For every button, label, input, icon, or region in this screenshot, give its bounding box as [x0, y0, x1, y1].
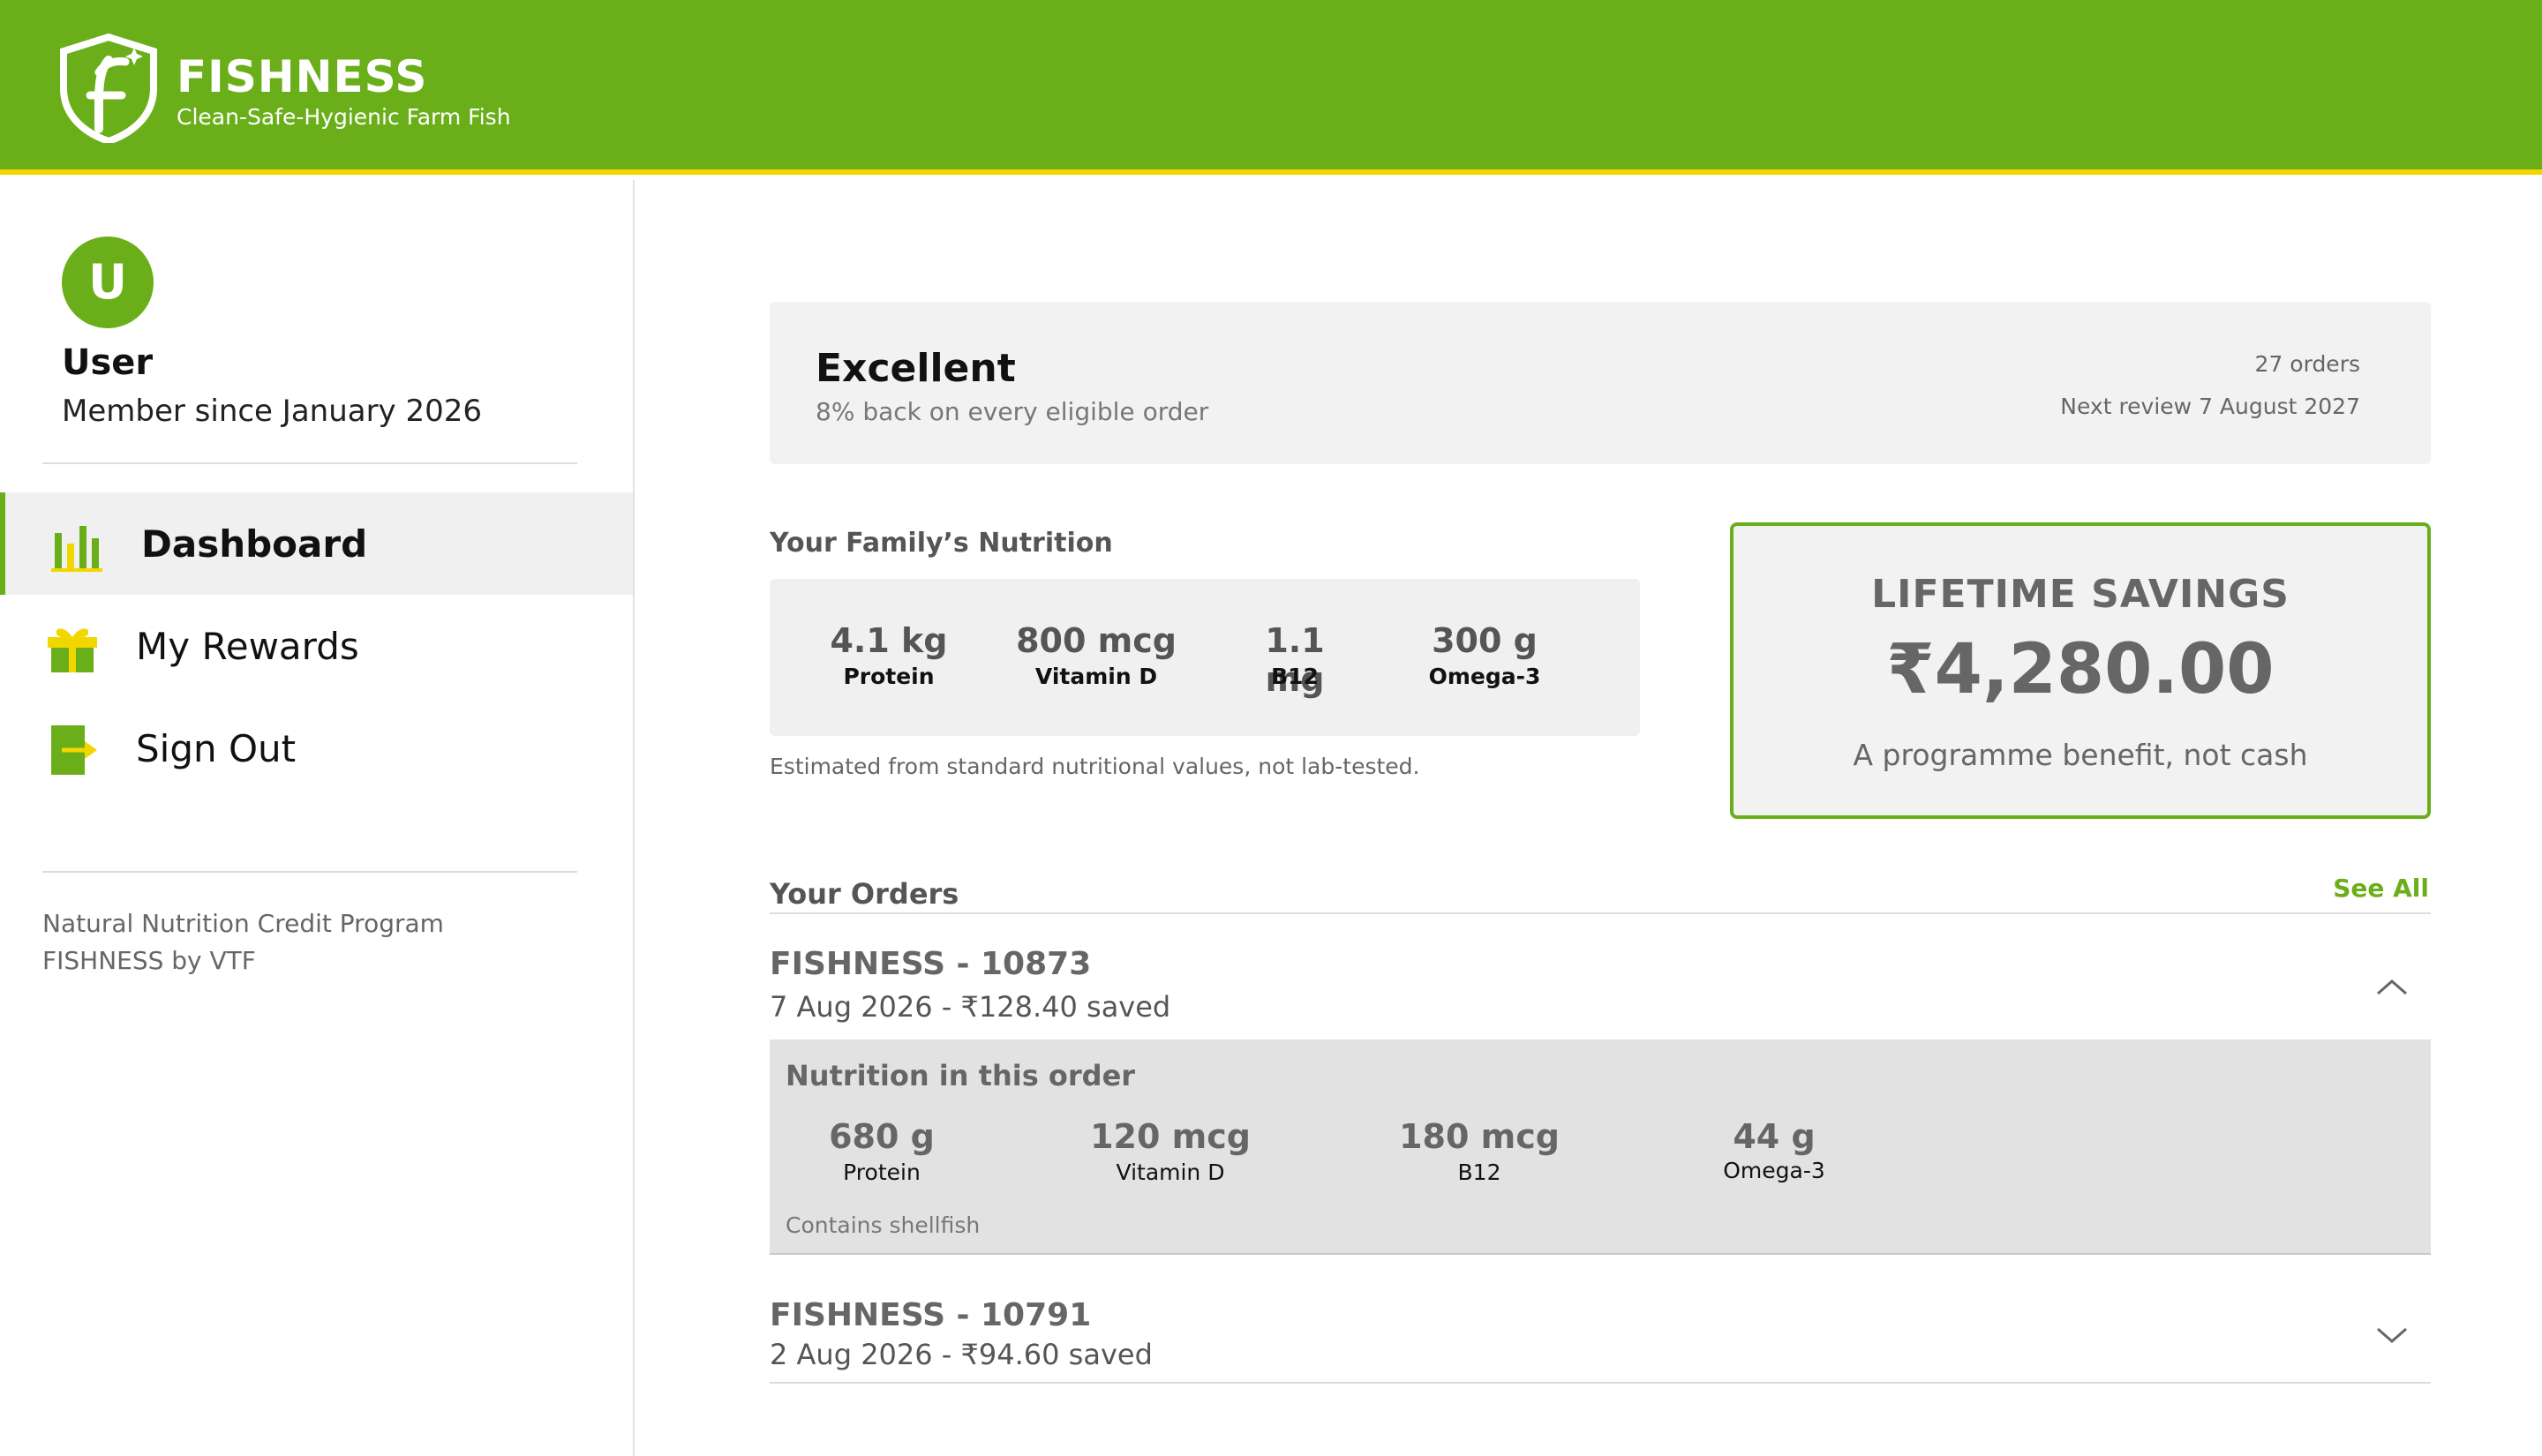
program-owner: FISHNESS by VTF	[42, 946, 256, 975]
family-nutrition-box: 4.1 kg Protein 800 mcg Vitamin D 1.1 mg …	[770, 579, 1640, 736]
sidebar-item-label: My Rewards	[136, 625, 359, 668]
chevron-up-icon[interactable]	[2374, 976, 2410, 997]
order-meta: 2 Aug 2026 - ₹94.60 saved	[770, 1338, 1153, 1371]
avatar[interactable]: U	[62, 236, 154, 328]
order-nutrition-label: Omega-3	[1723, 1158, 1825, 1183]
savings-amount: ₹4,280.00	[1886, 630, 2275, 709]
brand-tagline: Clean-Safe-Hygienic Farm Fish	[177, 104, 511, 130]
order-divider	[770, 1382, 2431, 1384]
sidebar-item-label: Sign Out	[136, 727, 297, 770]
savings-title: LIFETIME SAVINGS	[1871, 572, 2290, 617]
nutrition-disclaimer: Estimated from standard nutritional valu…	[770, 754, 1420, 779]
member-since: Member since January 2026	[62, 394, 483, 429]
order-row[interactable]: FISHNESS - 10873 7 Aug 2026 - ₹128.40 sa…	[770, 944, 2431, 1036]
bar-chart-icon	[51, 526, 102, 572]
nutrition-value: 4.1 kg	[830, 621, 948, 660]
see-all-link[interactable]: See All	[2333, 874, 2429, 903]
allergen-note: Contains shellfish	[786, 1212, 981, 1238]
savings-note: A programme benefit, not cash	[1853, 738, 2308, 772]
order-meta: 7 Aug 2026 - ₹128.40 saved	[770, 990, 1171, 1024]
sidebar-item-dashboard[interactable]: Dashboard	[0, 492, 633, 595]
order-nutrition-label: Protein	[843, 1160, 921, 1185]
tier-order-count: 27 orders	[2254, 351, 2360, 377]
gift-icon	[48, 628, 97, 672]
order-nutrition-label: Vitamin D	[1116, 1160, 1225, 1185]
sidebar-item-sign-out[interactable]: Sign Out	[0, 697, 633, 799]
order-nutrition-detail: Nutrition in this order 680 g Protein 12…	[770, 1039, 2431, 1255]
brand-name: FISHNESS	[177, 51, 428, 102]
order-nutrition-value: 680 g	[829, 1117, 935, 1156]
chevron-down-icon[interactable]	[2374, 1325, 2410, 1347]
nutrition-label: B12	[1271, 664, 1319, 689]
tier-name: Excellent	[816, 346, 1016, 391]
tier-card: Excellent 8% back on every eligible orde…	[770, 302, 2431, 464]
lifetime-savings-card: LIFETIME SAVINGS ₹4,280.00 A programme b…	[1730, 522, 2431, 819]
sidebar-divider	[42, 871, 577, 873]
family-nutrition-title: Your Family’s Nutrition	[770, 528, 1113, 559]
sidebar: U User Member since January 2026 Dashboa…	[0, 180, 635, 1456]
tier-benefit: 8% back on every eligible order	[816, 397, 1209, 426]
sign-out-icon	[51, 725, 97, 775]
program-name: Natural Nutrition Credit Program	[42, 909, 444, 938]
fishness-logo-icon	[60, 34, 157, 143]
order-nutrition-value: 120 mcg	[1090, 1117, 1251, 1156]
user-name: User	[62, 342, 154, 383]
order-id: FISHNESS - 10791	[770, 1297, 1092, 1333]
nutrition-label: Omega-3	[1428, 664, 1541, 689]
sidebar-divider	[42, 462, 577, 464]
sidebar-item-my-rewards[interactable]: My Rewards	[0, 595, 633, 697]
top-header: FISHNESS Clean-Safe-Hygienic Farm Fish	[0, 0, 2542, 175]
orders-title: Your Orders	[770, 877, 959, 911]
order-nutrition-value: 44 g	[1733, 1117, 1816, 1156]
nutrition-label: Protein	[843, 664, 935, 689]
orders-divider	[770, 912, 2431, 914]
order-nutrition-title: Nutrition in this order	[786, 1059, 1136, 1092]
nutrition-value: 800 mcg	[1016, 621, 1177, 660]
nutrition-label: Vitamin D	[1034, 664, 1158, 689]
sidebar-item-label: Dashboard	[141, 522, 368, 566]
order-nutrition-label: B12	[1457, 1160, 1501, 1185]
tier-next-review: Next review 7 August 2027	[2060, 394, 2360, 419]
order-row[interactable]: FISHNESS - 10791 2 Aug 2026 - ₹94.60 sav…	[770, 1294, 2431, 1378]
order-id: FISHNESS - 10873	[770, 946, 1092, 982]
nutrition-value: 300 g	[1432, 621, 1538, 660]
order-nutrition-value: 180 mcg	[1399, 1117, 1560, 1156]
